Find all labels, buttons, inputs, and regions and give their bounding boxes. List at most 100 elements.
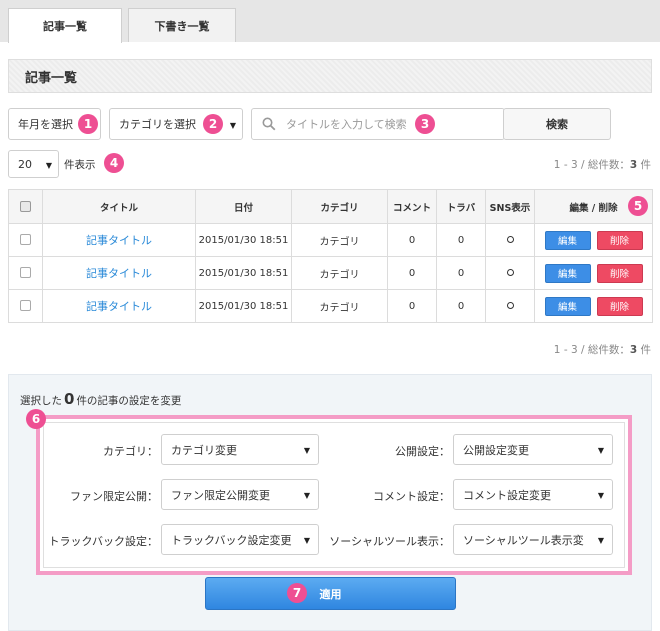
comment-change-select[interactable]: コメント設定変更 ▼	[453, 479, 613, 510]
annotation-badge-5: 5	[628, 196, 648, 216]
article-title-link[interactable]: 記事タイトル	[86, 267, 152, 280]
search-button[interactable]: 検索	[503, 108, 611, 140]
delete-button[interactable]: 削除	[596, 296, 643, 316]
select-all-cell	[8, 189, 43, 224]
social-change-value: ソーシャルツール表示変	[463, 533, 584, 547]
circle-icon	[506, 301, 514, 309]
annotation-badge-4: 4	[104, 153, 124, 173]
chevron-down-icon: ▼	[303, 536, 310, 545]
row-category: カテゴリ	[291, 256, 388, 290]
col-category: カテゴリ	[291, 189, 388, 224]
chevron-down-icon: ▼	[303, 446, 310, 455]
chevron-down-icon: ▼	[597, 491, 604, 500]
chevron-down-icon: ▼	[229, 121, 236, 130]
per-page-select[interactable]: 20 ▼	[8, 150, 59, 178]
trackback-field-label: トラックバック設定：	[48, 535, 158, 548]
bulk-prefix: 選択した	[20, 395, 62, 407]
row-trackbacks: 0	[436, 223, 486, 257]
row-category: カテゴリ	[291, 289, 388, 323]
annotation-badge-2: 2	[203, 114, 223, 134]
chevron-down-icon: ▼	[597, 446, 604, 455]
trackback-change-select[interactable]: トラックバック設定変更 ▼	[161, 524, 319, 555]
row-category: カテゴリ	[291, 223, 388, 257]
row-comments: 0	[387, 289, 437, 323]
pager-bottom: 1 - 3 / 総件数：3 件	[553, 344, 651, 356]
row-checkbox[interactable]	[20, 300, 31, 312]
tab-draft-list[interactable]: 下書き一覧	[128, 8, 236, 42]
row-comments: 0	[387, 256, 437, 290]
chevron-down-icon: ▼	[45, 161, 52, 170]
col-comments: コメント	[387, 189, 437, 224]
pager-total: 3	[629, 344, 638, 356]
comment-field-label: コメント設定：	[373, 490, 450, 503]
row-checkbox[interactable]	[20, 267, 31, 279]
annotation-badge-7: 7	[287, 583, 307, 603]
comment-change-value: コメント設定変更	[463, 488, 551, 502]
delete-button[interactable]: 削除	[596, 263, 643, 283]
annotation-badge-1: 1	[78, 114, 98, 134]
row-trackbacks: 0	[436, 256, 486, 290]
table-header-row: タイトル 日付 カテゴリ コメント トラバ SNS表示 編集 / 削除	[8, 189, 653, 224]
annotation-badge-3: 3	[415, 114, 435, 134]
col-actions-label: 編集 / 削除	[569, 202, 618, 214]
publish-field-label: 公開設定：	[395, 445, 450, 458]
chevron-down-icon: ▼	[597, 536, 604, 545]
pager-total-label: 総件数	[587, 344, 620, 356]
edit-button[interactable]: 編集	[544, 263, 591, 283]
category-change-select[interactable]: カテゴリ変更 ▼	[161, 434, 319, 465]
pager-unit: 件	[640, 159, 652, 171]
row-sns	[485, 223, 535, 257]
row-comments: 0	[387, 223, 437, 257]
publish-change-value: 公開設定変更	[463, 443, 529, 457]
category-change-value: カテゴリ変更	[171, 443, 237, 457]
search-placeholder: タイトルを入力して検索	[286, 118, 407, 131]
category-select-label: カテゴリを選択	[119, 118, 196, 131]
table-row: 記事タイトル 2015/01/30 18:51 カテゴリ 0 0 編集 削除	[8, 256, 653, 290]
article-title-link[interactable]: 記事タイトル	[86, 234, 152, 247]
col-trackbacks: トラバ	[436, 189, 486, 224]
article-table: タイトル 日付 カテゴリ コメント トラバ SNS表示 編集 / 削除 記事タイ…	[8, 189, 653, 323]
table-row: 記事タイトル 2015/01/30 18:51 カテゴリ 0 0 編集 削除	[8, 289, 653, 323]
col-sns: SNS表示	[485, 189, 535, 224]
tab-article-list[interactable]: 記事一覧	[8, 8, 122, 43]
month-select-label: 年月を選択	[18, 118, 73, 131]
social-field-label: ソーシャルツール表示：	[329, 535, 450, 548]
row-sns	[485, 289, 535, 323]
chevron-down-icon: ▼	[303, 491, 310, 500]
row-date: 2015/01/30 18:51	[195, 223, 292, 257]
select-all-checkbox[interactable]	[20, 201, 31, 212]
article-title-link[interactable]: 記事タイトル	[86, 300, 152, 313]
edit-button[interactable]: 編集	[544, 230, 591, 250]
circle-icon	[506, 268, 514, 276]
page-title: 記事一覧	[8, 59, 652, 93]
pager-total-label: 総件数	[587, 159, 620, 171]
circle-icon	[506, 235, 514, 243]
row-date: 2015/01/30 18:51	[195, 256, 292, 290]
row-trackbacks: 0	[436, 289, 486, 323]
category-field-label: カテゴリ：	[103, 445, 158, 458]
search-input[interactable]: タイトルを入力して検索	[251, 108, 505, 140]
row-date: 2015/01/30 18:51	[195, 289, 292, 323]
edit-button[interactable]: 編集	[544, 296, 591, 316]
search-icon	[262, 117, 276, 131]
apply-button[interactable]: 適用	[205, 577, 456, 610]
pager-range: 1 - 3	[553, 159, 578, 171]
table-row: 記事タイトル 2015/01/30 18:51 カテゴリ 0 0 編集 削除	[8, 223, 653, 257]
row-sns	[485, 256, 535, 290]
social-change-select[interactable]: ソーシャルツール表示変 ▼	[453, 524, 613, 555]
apply-button-label: 適用	[319, 587, 342, 601]
pager-range: 1 - 3	[553, 344, 578, 356]
bulk-edit-title: 選択した 0 件の記事の設定を変更	[20, 390, 181, 408]
fan-only-field-label: ファン限定公開：	[70, 490, 158, 503]
per-page-value: 20	[18, 157, 32, 171]
selected-count: 0	[64, 390, 75, 408]
per-page-suffix: 件表示	[64, 159, 96, 171]
fan-only-change-select[interactable]: ファン限定公開変更 ▼	[161, 479, 319, 510]
pager-top: 1 - 3 / 総件数：3 件	[553, 159, 652, 171]
publish-change-select[interactable]: 公開設定変更 ▼	[453, 434, 613, 465]
annotation-badge-6: 6	[26, 409, 46, 429]
row-checkbox[interactable]	[20, 234, 31, 246]
delete-button[interactable]: 削除	[596, 230, 643, 250]
col-date: 日付	[195, 189, 292, 224]
trackback-change-value: トラックバック設定変更	[171, 533, 292, 547]
